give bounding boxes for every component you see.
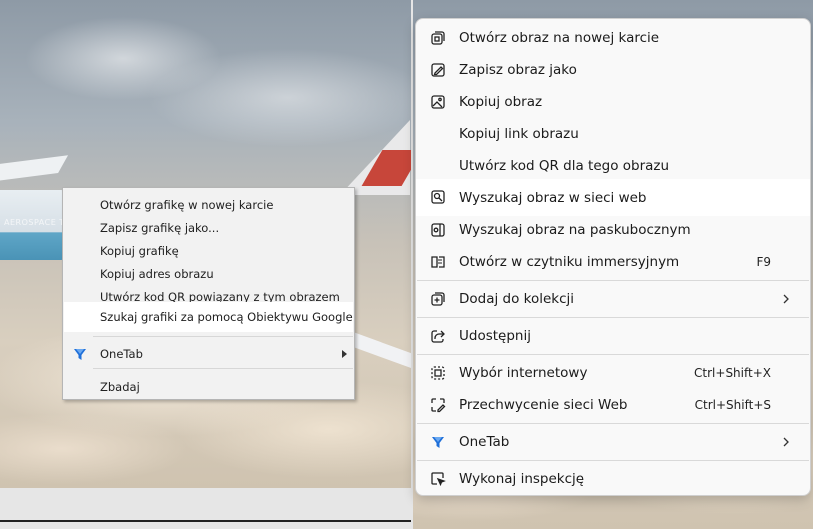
- menu-item-open-image-new-tab[interactable]: Otwórz obraz na nowej karcie: [416, 22, 810, 54]
- menu-item-label: Zapisz obraz jako: [459, 62, 577, 78]
- menu-item-inspect[interactable]: Wykonaj inspekcję: [416, 463, 810, 495]
- menu-item-copy-image[interactable]: Kopiuj grafikę: [64, 239, 353, 262]
- onetab-funnel-icon: [74, 349, 86, 360]
- menu-item-label: Kopiuj obraz: [459, 94, 543, 110]
- menu-separator: [417, 317, 809, 318]
- share-icon: [431, 330, 445, 343]
- sidebar-search-icon: [431, 223, 445, 237]
- menu-item-label: Otwórz grafikę w nowej karcie: [100, 197, 274, 212]
- immersive-reader-icon: [431, 256, 445, 268]
- menu-item-save-image-as[interactable]: Zapisz obraz jako: [416, 54, 810, 86]
- web-capture-icon: [431, 398, 446, 413]
- chevron-right-icon: [783, 437, 789, 447]
- menu-item-label: Wybór internetowy: [459, 365, 588, 381]
- menu-item-immersive-reader[interactable]: Otwórz w czytniku immersyjnym F9: [416, 246, 810, 278]
- menu-item-sidebar-search[interactable]: Wyszukaj obraz na paskubocznym: [416, 214, 810, 246]
- menu-item-label: OneTab: [100, 346, 143, 361]
- menu-item-web-capture[interactable]: Przechwycenie sieci Web Ctrl+Shift+S: [416, 389, 810, 421]
- shortcut-label: Ctrl+Shift+S: [694, 398, 771, 412]
- save-image-icon: [431, 63, 445, 77]
- menu-item-label: Dodaj do kolekcji: [459, 291, 575, 307]
- menu-separator: [417, 460, 809, 461]
- web-select-icon: [431, 366, 445, 380]
- menu-item-label: Kopiuj link obrazu: [459, 126, 579, 142]
- menu-item-label: Przechwycenie sieci Web: [459, 397, 628, 413]
- menu-separator: [417, 354, 809, 355]
- menu-item-add-to-collections[interactable]: Dodaj do kolekcji: [416, 283, 810, 315]
- menu-separator: [417, 423, 809, 424]
- edge-context-menu: Otwórz obraz na nowej karcie Zapisz obra…: [415, 18, 811, 496]
- menu-item-visual-search[interactable]: Wyszukaj obraz w sieci web: [416, 179, 810, 216]
- menu-item-onetab[interactable]: OneTab: [64, 342, 353, 365]
- menu-item-copy-image-address[interactable]: Kopiuj adres obrazu: [64, 262, 353, 285]
- menu-item-web-select[interactable]: Wybór internetowy Ctrl+Shift+X: [416, 357, 810, 389]
- menu-item-label: Szukaj grafiki za pomocą Obiektywu Googl…: [100, 310, 353, 324]
- new-tab-icon: [431, 31, 445, 45]
- onetab-funnel-icon: [432, 437, 444, 448]
- menu-item-copy-image-link[interactable]: Kopiuj link obrazu: [416, 118, 810, 150]
- submenu-arrow-icon: [342, 350, 347, 358]
- menu-separator: [93, 336, 353, 337]
- inspect-icon: [431, 472, 446, 487]
- menu-separator: [417, 280, 809, 281]
- menu-item-google-lens-search[interactable]: Szukaj grafiki za pomocą Obiektywu Googl…: [64, 302, 353, 332]
- menu-item-inspect[interactable]: Zbadaj: [64, 375, 353, 398]
- shortcut-label: F9: [756, 255, 771, 269]
- copy-image-icon: [431, 95, 445, 109]
- menu-separator: [93, 368, 353, 369]
- menu-item-onetab[interactable]: OneTab: [416, 426, 810, 458]
- menu-item-label: Otwórz obraz na nowej karcie: [459, 30, 660, 46]
- menu-item-label: Otwórz w czytniku immersyjnym: [459, 254, 680, 270]
- collections-icon: [431, 292, 445, 306]
- menu-item-label: Wyszukaj obraz na paskubocznym: [459, 222, 691, 238]
- menu-item-label: Udostępnij: [459, 328, 531, 344]
- menu-item-save-image-as[interactable]: Zapisz grafikę jako...: [64, 216, 353, 239]
- legacy-context-menu: Otwórz grafikę w nowej karcie Zapisz gra…: [62, 187, 355, 400]
- menu-item-label: Kopiuj grafikę: [100, 243, 179, 258]
- shortcut-label: Ctrl+Shift+X: [694, 366, 771, 380]
- menu-item-label: Wyszukaj obraz w sieci web: [459, 189, 647, 206]
- chevron-right-icon: [783, 294, 789, 304]
- page-divider-line: [0, 520, 411, 522]
- menu-item-share[interactable]: Udostępnij: [416, 320, 810, 352]
- menu-item-create-qr-code[interactable]: Utwórz kod QR dla tego obrazu: [416, 150, 810, 182]
- menu-item-label: OneTab: [459, 434, 510, 450]
- menu-item-copy-image[interactable]: Kopiuj obraz: [416, 86, 810, 118]
- menu-item-label: Zapisz grafikę jako...: [100, 220, 220, 235]
- visual-search-icon: [431, 190, 445, 204]
- page-strip: [0, 488, 411, 529]
- menu-item-label: Utwórz kod QR dla tego obrazu: [459, 158, 670, 174]
- menu-item-label: Zbadaj: [100, 379, 140, 394]
- menu-item-open-image-new-tab[interactable]: Otwórz grafikę w nowej karcie: [64, 193, 353, 216]
- menu-item-label: Kopiuj adres obrazu: [100, 266, 214, 281]
- menu-item-label: Wykonaj inspekcję: [459, 471, 585, 487]
